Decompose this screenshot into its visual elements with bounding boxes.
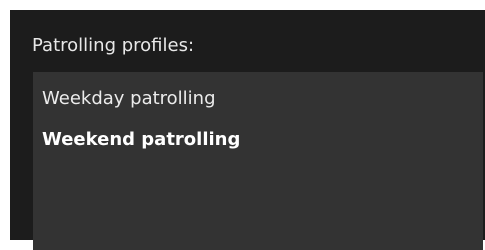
patrolling-profiles-panel: Patrolling profiles: Weekday patrolling …: [10, 10, 485, 250]
patrolling-profiles-list[interactable]: Weekday patrolling Weekend patrolling: [33, 72, 483, 250]
profile-item-weekend[interactable]: Weekend patrolling: [42, 129, 240, 151]
profile-item-weekday[interactable]: Weekday patrolling: [42, 88, 216, 110]
patrolling-profiles-label: Patrolling profiles:: [32, 35, 195, 56]
